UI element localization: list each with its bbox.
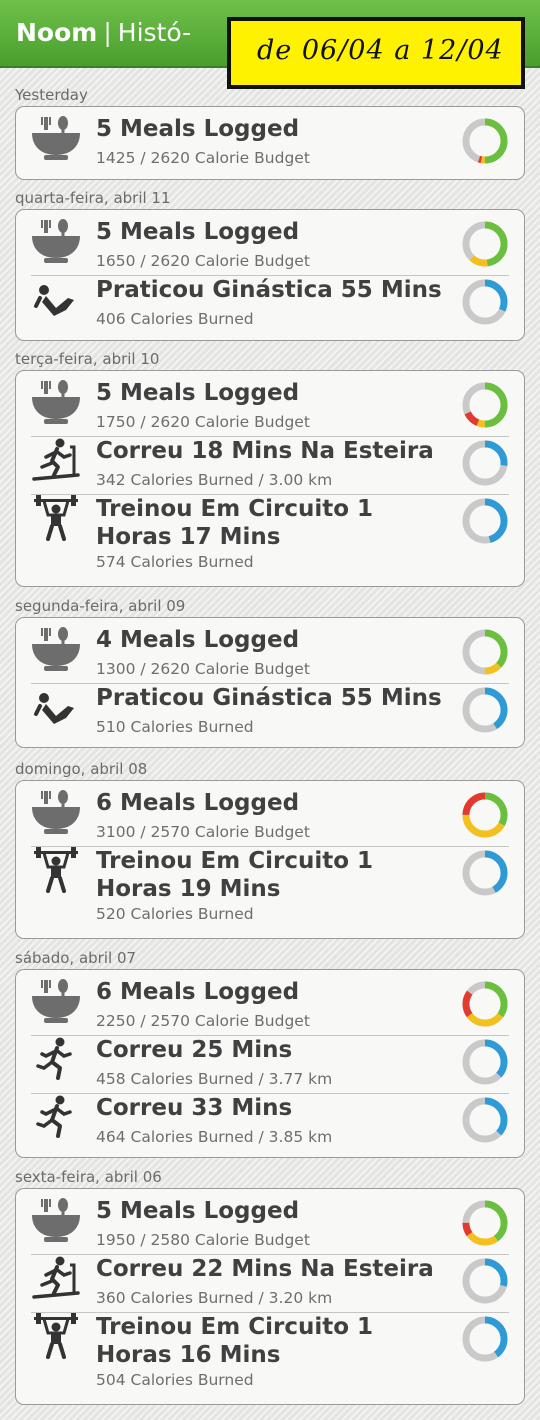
day-header: quarta-feira, abril 11 bbox=[15, 189, 171, 207]
day-card: 5 Meals Logged 1750 / 2620 Calorie Budget… bbox=[15, 370, 525, 587]
progress-ring bbox=[460, 790, 510, 840]
sit-up-exercise-icon bbox=[30, 276, 82, 322]
entry-subtitle: 1750 / 2620 Calorie Budget bbox=[96, 413, 310, 431]
progress-ring bbox=[460, 627, 510, 677]
entry-subtitle: 464 Calories Burned / 3.85 km bbox=[96, 1128, 333, 1146]
entry-subtitle: 1425 / 2620 Calorie Budget bbox=[96, 149, 310, 167]
entry-title: Correu 25 Mins bbox=[96, 1037, 293, 1063]
progress-ring bbox=[460, 116, 510, 166]
day-header: domingo, abril 08 bbox=[15, 760, 148, 778]
entry-subtitle: 520 Calories Burned bbox=[96, 905, 254, 923]
day-card: 5 Meals Logged 1950 / 2580 Calorie Budget… bbox=[15, 1188, 525, 1405]
day-card: 6 Meals Logged 2250 / 2570 Calorie Budget… bbox=[15, 969, 525, 1158]
date-range-text: de 06/04 a 12/04 bbox=[257, 35, 504, 66]
treadmill-icon bbox=[30, 1255, 82, 1301]
date-range-annotation: de 06/04 a 12/04 bbox=[227, 17, 525, 89]
entry-title: Treinou Em Circuito 1 Horas 17 Mins bbox=[96, 496, 374, 550]
progress-ring bbox=[460, 1037, 510, 1087]
day-card: 4 Meals Logged 1300 / 2620 Calorie Budget… bbox=[15, 617, 525, 748]
day-card: 5 Meals Logged 1650 / 2620 Calorie Budget… bbox=[15, 209, 525, 341]
progress-ring bbox=[460, 1256, 510, 1306]
progress-ring bbox=[460, 848, 510, 898]
sit-up-exercise-icon bbox=[30, 684, 82, 730]
entry-subtitle: 1300 / 2620 Calorie Budget bbox=[96, 660, 310, 678]
entry-title: Praticou Ginástica 55 Mins bbox=[96, 277, 442, 303]
day-header: sexta-feira, abril 06 bbox=[15, 1168, 162, 1186]
progress-ring bbox=[460, 685, 510, 735]
treadmill-icon bbox=[30, 437, 82, 483]
meal-bowl-icon bbox=[30, 379, 82, 425]
meal-bowl-icon bbox=[30, 1197, 82, 1243]
section-title: Histó- bbox=[117, 18, 192, 47]
running-icon bbox=[30, 1094, 82, 1140]
entry-title: 5 Meals Logged bbox=[96, 219, 300, 245]
app-brand: Noom bbox=[16, 18, 98, 47]
progress-ring bbox=[460, 1314, 510, 1364]
entry-title: Praticou Ginástica 55 Mins bbox=[96, 685, 442, 711]
progress-ring bbox=[460, 496, 510, 546]
progress-ring bbox=[460, 438, 510, 488]
day-header: terça-feira, abril 10 bbox=[15, 350, 160, 368]
day-card: 5 Meals Logged 1425 / 2620 Calorie Budget bbox=[15, 106, 525, 180]
weightlifting-icon bbox=[30, 495, 82, 541]
entry-title: 5 Meals Logged bbox=[96, 380, 300, 406]
entry-subtitle: 504 Calories Burned bbox=[96, 1371, 254, 1389]
meal-bowl-icon bbox=[30, 115, 82, 161]
entry-title: Correu 33 Mins bbox=[96, 1095, 293, 1121]
progress-ring bbox=[460, 380, 510, 430]
entry-subtitle: 2250 / 2570 Calorie Budget bbox=[96, 1012, 310, 1030]
entry-subtitle: 342 Calories Burned / 3.00 km bbox=[96, 471, 333, 489]
entry-subtitle: 1650 / 2620 Calorie Budget bbox=[96, 252, 310, 270]
header-title[interactable]: Noom | Histó- bbox=[16, 18, 191, 47]
entry-subtitle: 574 Calories Burned bbox=[96, 553, 254, 571]
progress-ring bbox=[460, 277, 510, 327]
entry-title: Treinou Em Circuito 1 Horas 16 Mins bbox=[96, 1314, 374, 1368]
day-card: 6 Meals Logged 3100 / 2570 Calorie Budget… bbox=[15, 780, 525, 939]
day-header: segunda-feira, abril 09 bbox=[15, 597, 186, 615]
entry-title: 4 Meals Logged bbox=[96, 627, 300, 653]
meal-bowl-icon bbox=[30, 218, 82, 264]
entry-subtitle: 3100 / 2570 Calorie Budget bbox=[96, 823, 310, 841]
meal-bowl-icon bbox=[30, 789, 82, 835]
progress-ring bbox=[460, 1198, 510, 1248]
entry-subtitle: 1950 / 2580 Calorie Budget bbox=[96, 1231, 310, 1249]
entry-title: 5 Meals Logged bbox=[96, 116, 300, 142]
entry-subtitle: 360 Calories Burned / 3.20 km bbox=[96, 1289, 333, 1307]
progress-ring bbox=[460, 1095, 510, 1145]
day-header: Yesterday bbox=[15, 86, 88, 104]
entry-title: Correu 22 Mins Na Esteira bbox=[96, 1256, 434, 1282]
weightlifting-icon bbox=[30, 1313, 82, 1359]
entry-title: Correu 18 Mins Na Esteira bbox=[96, 438, 434, 464]
running-icon bbox=[30, 1036, 82, 1082]
title-separator: | bbox=[103, 18, 112, 47]
meal-bowl-icon bbox=[30, 626, 82, 672]
entry-title: 6 Meals Logged bbox=[96, 790, 300, 816]
entry-title: Treinou Em Circuito 1 Horas 19 Mins bbox=[96, 848, 374, 902]
entry-title: 5 Meals Logged bbox=[96, 1198, 300, 1224]
weightlifting-icon bbox=[30, 847, 82, 893]
entry-subtitle: 510 Calories Burned bbox=[96, 718, 254, 736]
entry-subtitle: 406 Calories Burned bbox=[96, 310, 254, 328]
entry-title: 6 Meals Logged bbox=[96, 979, 300, 1005]
progress-ring bbox=[460, 979, 510, 1029]
entry-subtitle: 458 Calories Burned / 3.77 km bbox=[96, 1070, 333, 1088]
progress-ring bbox=[460, 219, 510, 269]
day-header: sábado, abril 07 bbox=[15, 949, 137, 967]
meal-bowl-icon bbox=[30, 978, 82, 1024]
